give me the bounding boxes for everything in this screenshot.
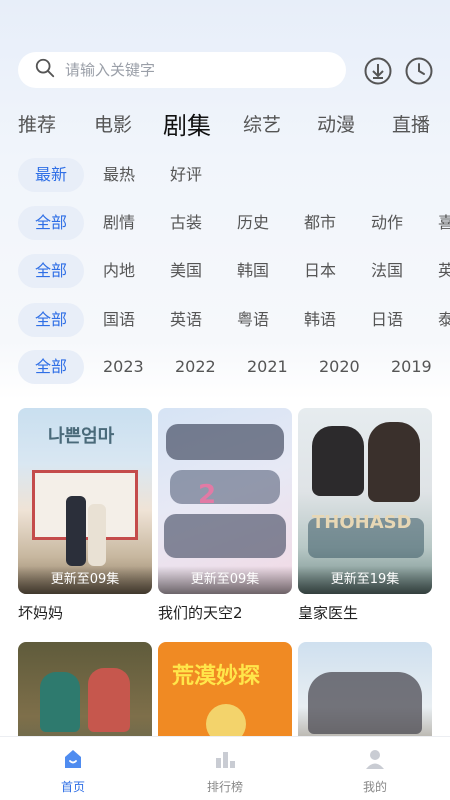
home-icon [61, 750, 85, 775]
filter-chip[interactable]: 喜 [438, 206, 450, 240]
filter-chip[interactable]: 剧情 [103, 206, 135, 240]
filter-chip[interactable]: 全部 [18, 206, 85, 240]
filter-chip[interactable]: 日语 [371, 303, 403, 337]
filter-chip[interactable]: 英语 [170, 303, 202, 337]
update-badge: 更新至09集 [158, 566, 292, 594]
poster-title-art: THOHASD [312, 512, 412, 533]
filter-chip[interactable]: 日本 [304, 254, 336, 288]
filter-chip[interactable]: 历史 [237, 206, 269, 240]
filter-chip[interactable]: 法国 [371, 254, 403, 288]
nav-label: 我的 [362, 780, 387, 794]
filter-chip[interactable]: 泰 [438, 303, 450, 337]
nav-mine[interactable]: 我的 [340, 747, 410, 795]
poster-title-text: 나쁜엄마 [48, 426, 115, 447]
search-input[interactable] [65, 61, 305, 79]
filter-chip[interactable]: 全部 [18, 303, 85, 337]
nav-ranking[interactable]: 排行榜 [190, 747, 260, 795]
filter-chip[interactable]: 英 [438, 254, 450, 288]
update-badge: 更新至19集 [298, 566, 432, 594]
filter-chip[interactable]: 最新 [18, 158, 85, 192]
poster-image[interactable]: 나쁜엄마 更新至09集 [18, 408, 152, 594]
poster-image[interactable]: THOHASD 更新至19集 [298, 408, 432, 594]
filter-chip[interactable]: 国语 [103, 303, 135, 337]
poster-title-text: 荒漠妙探 [172, 664, 261, 689]
poster-title-art: 2 [198, 480, 217, 510]
tab-anime[interactable]: 动漫 [317, 110, 355, 137]
filter-chip[interactable]: 2022 [175, 350, 216, 384]
filter-chip[interactable]: 2021 [247, 350, 288, 384]
tab-series[interactable]: 剧集 [163, 106, 211, 141]
filter-chip[interactable]: 都市 [304, 206, 336, 240]
category-tabs: 推荐 电影 剧集 综艺 动漫 直播 [0, 106, 450, 140]
filter-row-genre: 全部 剧情 古装 历史 都市 动作 喜 [0, 206, 450, 242]
video-title: 坏妈妈 [18, 604, 64, 622]
video-title: 皇家医生 [298, 604, 359, 622]
filter-chip[interactable]: 好评 [170, 158, 202, 192]
filter-chip[interactable]: 古装 [170, 206, 202, 240]
tab-movie[interactable]: 电影 [94, 110, 132, 137]
tab-live[interactable]: 直播 [392, 110, 430, 137]
filter-chip[interactable]: 韩语 [304, 303, 336, 337]
filter-row-region: 全部 内地 美国 韩国 日本 法国 英 [0, 254, 450, 290]
tab-recommend[interactable]: 推荐 [18, 110, 56, 137]
video-title: 我们的天空2 [158, 604, 243, 622]
tab-variety[interactable]: 综艺 [243, 110, 281, 137]
filter-chip[interactable]: 2019 [391, 350, 432, 384]
download-icon[interactable] [363, 56, 393, 86]
video-card[interactable]: THOHASD 更新至19集 皇家医生 [298, 408, 432, 623]
ranking-chart-icon [213, 752, 237, 775]
bottom-nav: 首页 排行榜 我的 [0, 736, 450, 800]
filter-chip[interactable]: 2023 [103, 350, 144, 384]
filter-chip[interactable]: 韩国 [237, 254, 269, 288]
filter-chip[interactable]: 内地 [103, 254, 135, 288]
video-card[interactable]: 나쁜엄마 更新至09集 坏妈妈 [18, 408, 152, 623]
filter-chip[interactable]: 粤语 [237, 303, 269, 337]
filter-chip[interactable]: 全部 [18, 350, 85, 384]
nav-label: 排行榜 [206, 780, 243, 794]
filter-row-sort: 最新 最热 好评 [0, 158, 450, 194]
filter-chip[interactable]: 美国 [170, 254, 202, 288]
nav-label: 首页 [60, 780, 85, 794]
filter-chip[interactable]: 2020 [319, 350, 360, 384]
search-icon [34, 57, 56, 83]
update-badge: 更新至09集 [18, 566, 152, 594]
filter-chip[interactable]: 最热 [103, 158, 135, 192]
history-clock-icon[interactable] [404, 56, 434, 86]
video-card[interactable]: 2 更新至09集 我们的天空2 [158, 408, 292, 623]
filter-row-year: 全部 2023 2022 2021 2020 2019 [0, 350, 450, 386]
poster-image[interactable]: 2 更新至09集 [158, 408, 292, 594]
search-box[interactable] [18, 52, 346, 88]
profile-icon [363, 750, 387, 775]
search-row [18, 52, 438, 90]
filter-chip[interactable]: 动作 [371, 206, 403, 240]
nav-home[interactable]: 首页 [38, 747, 108, 795]
filter-row-language: 全部 国语 英语 粤语 韩语 日语 泰 [0, 303, 450, 339]
filter-chip[interactable]: 全部 [18, 254, 85, 288]
